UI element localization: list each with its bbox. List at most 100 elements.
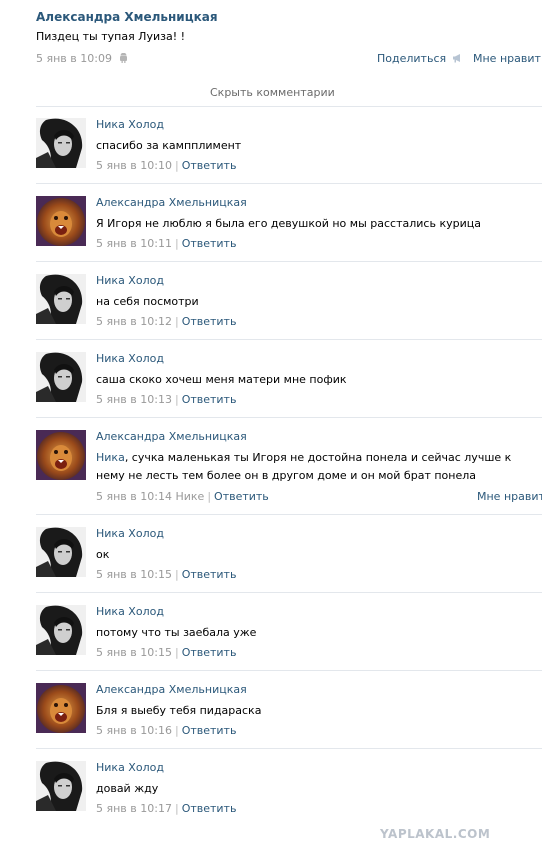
post-like-button[interactable]: Мне нравит	[473, 52, 541, 65]
share-button[interactable]: Поделиться	[377, 52, 463, 66]
comment: Ника Холод на себя посмотри 5 янв в 10:12 |…	[36, 274, 542, 330]
comment-text: потому что ты заебала уже	[96, 624, 542, 642]
hide-comments-button[interactable]: Скрыть комментарии	[0, 86, 542, 99]
comment-text: Ника, сучка маленькая ты Игоря не достой…	[96, 449, 542, 485]
comment-text: Я Игоря не люблю я была его девушкой но …	[96, 215, 542, 233]
comment-author-link[interactable]: Александра Хмельницкая	[96, 683, 247, 696]
comment-author-link[interactable]: Ника Холод	[96, 118, 164, 131]
divider	[36, 514, 542, 515]
comment-meta: 5 янв в 10:12 | Ответить	[96, 315, 236, 328]
post-time-link[interactable]: 5 янв в 10:09	[36, 52, 112, 65]
comment-avatar[interactable]	[36, 118, 86, 168]
comment-time-link[interactable]: 5 янв в 10:14	[96, 490, 172, 503]
comment-time-link[interactable]: 5 янв в 10:11	[96, 237, 172, 250]
reply-button[interactable]: Ответить	[182, 568, 237, 581]
comment-meta: 5 янв в 10:17 | Ответить	[96, 802, 236, 815]
comment-meta: 5 янв в 10:13 | Ответить	[96, 393, 236, 406]
comment-text-body: потому что ты заебала уже	[96, 626, 257, 639]
reply-button[interactable]: Ответить	[182, 159, 237, 172]
separator: |	[174, 568, 179, 581]
reply-to-link[interactable]: Нике	[175, 490, 204, 503]
comment-author-link[interactable]: Александра Хмельницкая	[96, 430, 247, 443]
comment-meta: 5 янв в 10:15 | Ответить	[96, 646, 236, 659]
comment-author-link[interactable]: Ника Холод	[96, 527, 164, 540]
comment: Александра Хмельницкая Я Игоря не люблю я…	[36, 196, 542, 252]
comment-author-link[interactable]: Ника Холод	[96, 352, 164, 365]
hide-comments-label: Скрыть комментарии	[210, 86, 335, 99]
divider	[36, 183, 542, 184]
comment-time-link[interactable]: 5 янв в 10:15	[96, 568, 172, 581]
comment: Александра Хмельницкая Бля я выебу тебя п…	[36, 683, 542, 739]
comment-text: саша скоко хочеш меня матери мне пофик	[96, 371, 542, 389]
reply-button[interactable]: Ответить	[182, 802, 237, 815]
comment: Ника Холод довай жду 5 янв в 10:17 | Ответит…	[36, 761, 542, 817]
comment-avatar[interactable]	[36, 196, 86, 246]
comment: Ника Холод ок 5 янв в 10:15 | Ответить	[36, 527, 542, 583]
android-icon	[119, 52, 128, 66]
mention-link[interactable]: Ника	[96, 451, 125, 464]
comment-avatar[interactable]	[36, 683, 86, 733]
comment-text-body: Бля я выебу тебя пидараска	[96, 704, 262, 717]
divider	[36, 339, 542, 340]
separator: |	[174, 159, 179, 172]
separator: |	[174, 237, 179, 250]
comment-text: довай жду	[96, 780, 542, 798]
comment: Ника Холод потому что ты заебала уже 5 янв…	[36, 605, 542, 661]
comment-time-link[interactable]: 5 янв в 10:10	[96, 159, 172, 172]
divider	[36, 748, 542, 749]
divider	[36, 592, 542, 593]
reply-button[interactable]: Ответить	[214, 490, 269, 503]
comment-time-link[interactable]: 5 янв в 10:13	[96, 393, 172, 406]
watermark-text: YAPLAKAL.COM	[380, 827, 491, 841]
comment-meta: 5 янв в 10:15 | Ответить	[96, 568, 236, 581]
comment-avatar[interactable]	[36, 352, 86, 402]
separator: |	[174, 393, 179, 406]
comment-meta: 5 янв в 10:14 Нике | Ответить	[96, 490, 269, 503]
reply-button[interactable]: Ответить	[182, 315, 237, 328]
comment-time-link[interactable]: 5 янв в 10:16	[96, 724, 172, 737]
reply-button[interactable]: Ответить	[182, 393, 237, 406]
comment-avatar[interactable]	[36, 430, 86, 480]
reply-button[interactable]: Ответить	[182, 724, 237, 737]
comment-text-body: довай жду	[96, 782, 159, 795]
comment: Александра Хмельницкая Ника, сучка малень…	[36, 430, 542, 503]
comment-like-button[interactable]: Мне нравит	[477, 490, 542, 503]
post-author-link[interactable]: Александра Хмельницкая	[36, 10, 218, 24]
comment-meta: 5 янв в 10:16 | Ответить	[96, 724, 236, 737]
comment-text: спасибо за кампплимент	[96, 137, 542, 155]
divider	[36, 261, 542, 262]
comment-time-link[interactable]: 5 янв в 10:12	[96, 315, 172, 328]
comment-meta: 5 янв в 10:11 | Ответить	[96, 237, 236, 250]
separator: |	[174, 802, 179, 815]
comment-avatar[interactable]	[36, 527, 86, 577]
comment-time-link[interactable]: 5 янв в 10:17	[96, 802, 172, 815]
comment-text: Бля я выебу тебя пидараска	[96, 702, 542, 720]
separator: |	[207, 490, 212, 503]
comment-author-link[interactable]: Александра Хмельницкая	[96, 196, 247, 209]
comment-avatar[interactable]	[36, 605, 86, 655]
comment-avatar[interactable]	[36, 761, 86, 811]
comment-text: на себя посмотри	[96, 293, 542, 311]
separator: |	[174, 724, 179, 737]
megaphone-icon	[452, 53, 463, 66]
reply-button[interactable]: Ответить	[182, 237, 237, 250]
comment-meta: 5 янв в 10:10 | Ответить	[96, 159, 236, 172]
divider	[36, 106, 542, 107]
comment-text-body: саша скоко хочеш меня матери мне пофик	[96, 373, 347, 386]
comment-author-link[interactable]: Ника Холод	[96, 761, 164, 774]
comment: Ника Холод саша скоко хочеш меня матери м…	[36, 352, 542, 408]
comment-text-body: на себя посмотри	[96, 295, 199, 308]
comment-text-body: ок	[96, 548, 110, 561]
comment-author-link[interactable]: Ника Холод	[96, 274, 164, 287]
divider	[36, 670, 542, 671]
reply-button[interactable]: Ответить	[182, 646, 237, 659]
comment-text-body: , сучка маленькая ты Игоря не достойна п…	[96, 451, 512, 482]
comment-text-body: спасибо за кампплимент	[96, 139, 242, 152]
comment-avatar[interactable]	[36, 274, 86, 324]
divider	[36, 417, 542, 418]
comment-time-link[interactable]: 5 янв в 10:15	[96, 646, 172, 659]
comment: Ника Холод спасибо за кампплимент 5 янв в …	[36, 118, 542, 174]
comment-text-body: Я Игоря не люблю я была его девушкой но …	[96, 217, 481, 230]
comment-text: ок	[96, 546, 542, 564]
comment-author-link[interactable]: Ника Холод	[96, 605, 164, 618]
